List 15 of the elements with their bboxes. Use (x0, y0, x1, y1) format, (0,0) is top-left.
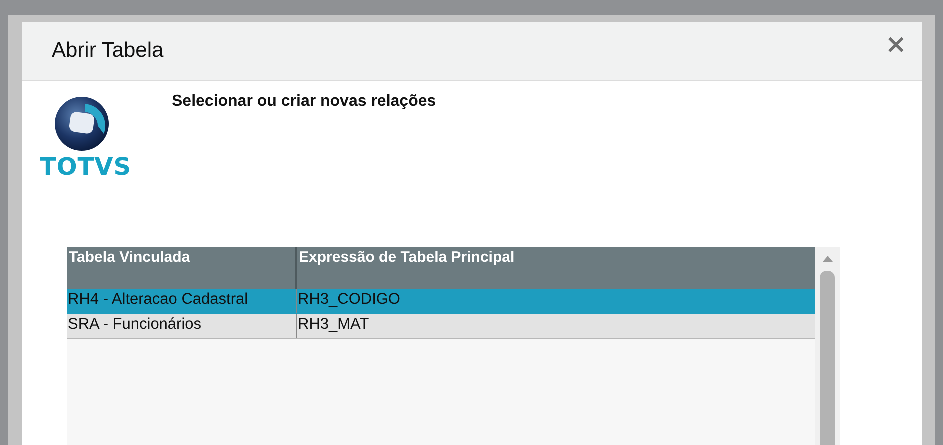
close-button[interactable]: × (885, 32, 907, 70)
column-header[interactable]: Expressão de Tabela Principal (297, 247, 815, 289)
table-row[interactable]: RH4 - Alteracao Cadastral RH3_CODIGO (67, 289, 815, 314)
globe-logo-icon (52, 96, 112, 152)
scrollbar[interactable] (815, 247, 840, 445)
heading: Selecionar ou criar novas relações (172, 92, 436, 112)
scroll-up-icon[interactable] (822, 255, 832, 263)
table-cell-text: RH3_MAT (297, 315, 370, 335)
table-row[interactable]: SRA - Funcionários RH3_MAT (67, 314, 815, 339)
table-cell: RH4 - Alteracao Cadastral (67, 289, 297, 313)
table-cell: SRA - Funcionários (67, 314, 297, 338)
table-cell-text: RH3_CODIGO (297, 290, 402, 310)
window-title: Abrir Tabela (52, 39, 164, 63)
logo-text: TOTVS (40, 153, 132, 181)
scroll-thumb[interactable] (820, 271, 835, 445)
